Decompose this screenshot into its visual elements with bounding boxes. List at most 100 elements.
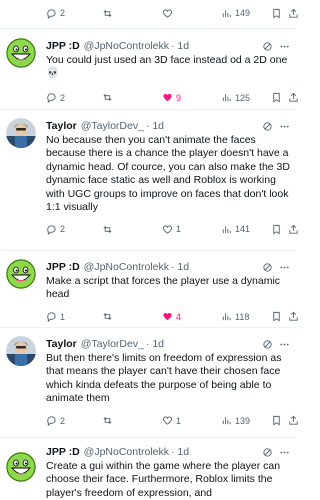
tweet[interactable]: JPP :D @JpNoControlekk · 1d Make a scrip… <box>0 251 298 327</box>
repost-icon <box>103 417 112 425</box>
like-button[interactable]: 1 <box>162 224 181 235</box>
views-button[interactable]: 149 <box>221 8 250 19</box>
display-name[interactable]: Taylor <box>46 338 77 351</box>
reply-icon <box>47 312 56 323</box>
heart-filled-icon <box>163 94 172 102</box>
tweet-actions: 1 4 118 <box>46 308 298 326</box>
tweet[interactable]: JPP :D @JpNoControlekk · 1d You could ju… <box>0 30 298 108</box>
share-icon <box>289 415 298 425</box>
grok-icon[interactable] <box>262 41 273 52</box>
views-icon <box>222 313 231 321</box>
avatar-awesome-face[interactable] <box>6 452 36 482</box>
grok-icon[interactable] <box>262 447 273 458</box>
reply-count: 2 <box>60 92 66 103</box>
repost-button[interactable] <box>102 224 113 235</box>
bookmark-button[interactable] <box>271 311 282 322</box>
timestamp[interactable]: · 1d <box>171 40 189 53</box>
reply-icon <box>47 416 56 427</box>
bookmark-button[interactable] <box>271 415 282 426</box>
repost-button[interactable] <box>102 8 113 19</box>
reply-button[interactable]: 1 <box>46 311 66 323</box>
share-button[interactable] <box>288 224 299 235</box>
more-icon[interactable] <box>279 339 290 350</box>
reply-button[interactable]: 2 <box>46 224 65 235</box>
share-button[interactable] <box>288 8 299 19</box>
reply-icon <box>47 225 56 235</box>
tweet-header: Taylor @TaylorDev_ · 1d <box>46 338 290 351</box>
grok-icon[interactable] <box>262 262 273 273</box>
avatar-awesome-face[interactable] <box>6 38 36 68</box>
avatar-roblox-character[interactable] <box>6 118 36 148</box>
reply-button[interactable]: 2 <box>46 8 65 19</box>
avatar-awesome-face[interactable] <box>6 259 36 289</box>
like-button[interactable]: 1 <box>162 415 181 426</box>
tweet-header: JPP :D @JpNoControlekk · 1d <box>46 40 290 53</box>
views-button[interactable]: 141 <box>221 224 250 235</box>
display-name[interactable]: JPP :D <box>46 40 80 53</box>
share-button[interactable] <box>288 311 299 322</box>
reply-count: 1 <box>60 311 66 322</box>
reply-count: 2 <box>60 8 66 18</box>
avatar-roblox-character[interactable] <box>6 336 36 366</box>
like-button[interactable]: 9 <box>162 92 181 103</box>
more-icon[interactable] <box>279 262 290 273</box>
display-name[interactable]: Taylor <box>46 120 77 133</box>
views-button[interactable]: 118 <box>221 311 249 322</box>
like-button[interactable] <box>162 8 173 19</box>
reply-count: 2 <box>60 415 66 426</box>
like-count: 1 <box>176 415 182 426</box>
bookmark-button[interactable] <box>271 92 282 103</box>
heart-icon <box>162 416 173 425</box>
repost-button[interactable] <box>102 92 113 103</box>
tweet-actions: 2 9 125 <box>46 89 298 107</box>
tweet-text: But then there's limits on freedom of ex… <box>46 352 282 405</box>
tweet-actions: 2 1 141 <box>46 220 298 238</box>
user-handle[interactable]: @TaylorDev_ <box>81 338 144 351</box>
reply-icon <box>47 93 56 104</box>
repost-button[interactable] <box>102 311 113 322</box>
more-icon[interactable] <box>279 447 290 458</box>
user-handle[interactable]: @TaylorDev_ <box>81 120 144 133</box>
tweet-actions: 2 1 139 <box>46 412 298 430</box>
share-icon <box>289 224 298 234</box>
bookmark-button[interactable] <box>271 224 282 235</box>
views-count: 125 <box>235 92 251 103</box>
timestamp[interactable]: · 1d <box>146 120 164 133</box>
tweet[interactable]: Taylor @TaylorDev_ · 1d No because then … <box>0 110 298 250</box>
tweet-header: Taylor @TaylorDev_ · 1d <box>46 120 290 133</box>
like-count: 1 <box>176 224 182 235</box>
more-icon[interactable] <box>279 121 290 132</box>
user-handle[interactable]: @JpNoControlekk <box>84 446 169 459</box>
views-button[interactable]: 125 <box>221 92 250 103</box>
repost-icon <box>103 226 112 233</box>
share-button[interactable] <box>288 92 299 103</box>
reply-button[interactable]: 2 <box>46 92 66 104</box>
heart-icon <box>162 9 173 18</box>
tweet-text: You could just used an 3D face instead o… <box>46 54 288 80</box>
user-handle[interactable]: @JpNoControlekk <box>84 40 169 53</box>
repost-button[interactable] <box>102 415 113 426</box>
grok-icon[interactable] <box>262 339 273 350</box>
user-handle[interactable]: @JpNoControlekk <box>84 261 169 274</box>
tweet-text: Create a gui within the game where the p… <box>46 460 281 499</box>
views-button[interactable]: 139 <box>221 415 250 426</box>
like-button[interactable]: 4 <box>162 311 181 322</box>
timestamp[interactable]: · 1d <box>171 446 189 459</box>
more-icon[interactable] <box>279 41 290 52</box>
timestamp[interactable]: · 1d <box>146 338 164 351</box>
like-count: 9 <box>176 92 182 103</box>
tweet[interactable]: JPP :D @JpNoControlekk · 1d Create a gui… <box>0 438 296 500</box>
views-count: 118 <box>235 311 250 322</box>
bookmark-button[interactable] <box>271 8 282 19</box>
share-button[interactable] <box>288 415 299 426</box>
views-count: 141 <box>235 224 251 235</box>
grok-icon[interactable] <box>262 121 273 132</box>
heart-filled-icon <box>163 313 172 321</box>
display-name[interactable]: JPP :D <box>46 446 80 459</box>
bookmark-icon <box>273 224 280 235</box>
tweet[interactable]: Taylor @TaylorDev_ · 1d But then there's… <box>0 328 298 438</box>
display-name[interactable]: JPP :D <box>46 261 80 274</box>
timestamp[interactable]: · 1d <box>171 261 189 274</box>
share-icon <box>289 8 298 18</box>
reply-button[interactable]: 2 <box>46 415 66 427</box>
